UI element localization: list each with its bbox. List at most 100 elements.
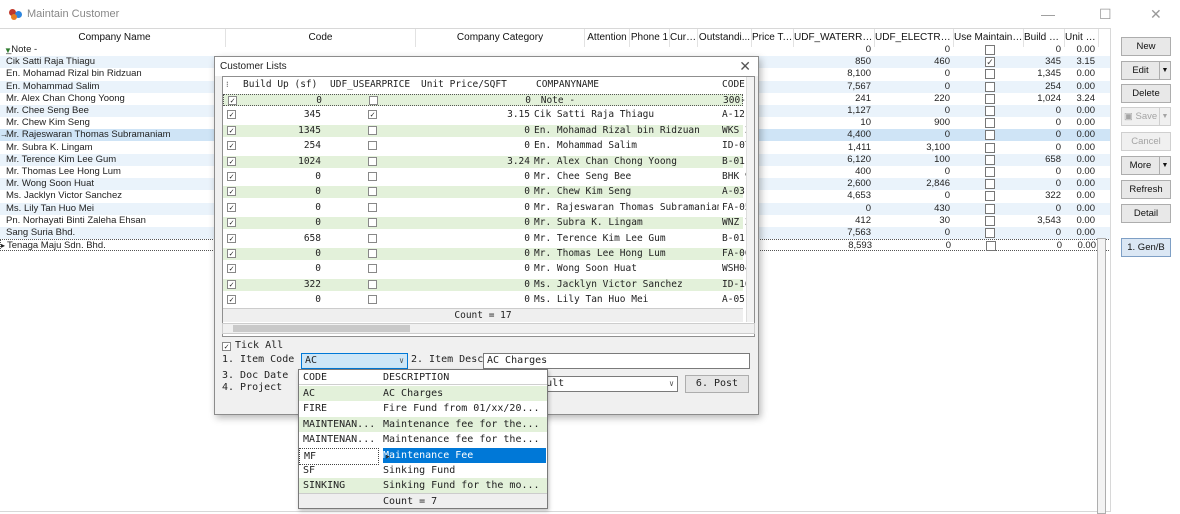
row-tick-checkbox[interactable]: ✓ (227, 202, 236, 212)
gen-bill-button[interactable]: 1. Gen/B (1121, 238, 1171, 257)
use-ar-price-checkbox[interactable] (368, 141, 377, 151)
row-tick-checkbox[interactable]: ✓ (228, 96, 237, 105)
dropdown-option[interactable]: SF Sinking Fund (299, 463, 547, 478)
use-maintain-checkbox[interactable] (985, 81, 995, 92)
dialog-grid-vscroll[interactable] (746, 77, 754, 322)
dialog-column-header[interactable]: COMPANYNAME (536, 77, 599, 93)
table-row[interactable]: ✓ 1024 3.24 Mr. Alex Chan Chong Yoong B-01-( (223, 155, 754, 168)
close-button[interactable]: ✕ (1150, 6, 1162, 23)
use-ar-price-checkbox[interactable] (368, 202, 377, 212)
use-maintain-checkbox[interactable] (985, 179, 995, 190)
row-tick-checkbox[interactable]: ✓ (227, 141, 236, 151)
dialog-column-header[interactable]: UDF_USEARPRICE (330, 77, 410, 93)
new-button[interactable]: New (1121, 37, 1171, 56)
customer-lists-grid[interactable]: ⁝ Build Up (sf) UDF_USEARPRICE Unit Price/… (222, 76, 755, 337)
table-row[interactable]: ✓ 0 0 Mr. Subra K. Lingam WNZ 32 (223, 217, 754, 230)
grid-vertical-scrollbar[interactable] (1097, 238, 1106, 514)
use-ar-price-checkbox[interactable] (368, 279, 377, 289)
dialog-column-header[interactable]: Unit Price/SQFT (421, 77, 507, 93)
edit-dropdown-arrow-icon[interactable]: ▼ (1159, 62, 1170, 79)
use-ar-price-checkbox[interactable] (369, 96, 378, 105)
minimize-button[interactable]: — (1041, 6, 1055, 22)
table-row[interactable]: ✓ 0 0 Mr. Thomas Lee Hong Lum FA-005 (223, 248, 754, 260)
use-maintain-checkbox[interactable]: ✓ (985, 57, 995, 68)
dropdown-option[interactable]: MAINTENAN... Maintenance fee for the... (299, 416, 547, 432)
use-maintain-checkbox[interactable] (985, 142, 995, 153)
dialog-hscroll-thumb[interactable] (233, 325, 410, 332)
table-row[interactable]: ✓ 658 0 Mr. Terence Kim Lee Gum B-01-( (223, 233, 754, 245)
row-tick-checkbox[interactable]: ✓ (227, 249, 236, 258)
use-maintain-checkbox[interactable] (985, 167, 995, 177)
chevron-down-icon[interactable]: ∨ (399, 354, 404, 368)
row-tick-checkbox[interactable]: ✓ (227, 172, 236, 181)
use-maintain-checkbox[interactable] (985, 215, 995, 226)
use-maintain-checkbox[interactable] (985, 191, 995, 202)
more-dropdown-arrow-icon[interactable]: ▼ (1159, 157, 1170, 174)
table-row[interactable]: ✓ 0 0 Ms. Lily Tan Huo Mei A-05-( (223, 294, 754, 306)
chevron-down-icon[interactable]: ∨ (669, 377, 674, 391)
use-maintain-checkbox[interactable] (985, 69, 995, 80)
use-maintain-checkbox[interactable] (986, 241, 996, 252)
dropdown-option[interactable]: MAINTENAN... Maintenance fee for the... (299, 432, 547, 447)
row-tick-checkbox[interactable]: ✓ (227, 187, 236, 197)
table-row[interactable]: ✓ 0 0 _Note -300-T( (223, 94, 754, 106)
use-maintain-checkbox[interactable] (985, 45, 995, 55)
use-maintain-checkbox[interactable] (985, 154, 995, 165)
row-tick-checkbox[interactable]: ✓ (227, 279, 236, 289)
post-button[interactable]: 6. Post (685, 375, 749, 393)
table-row[interactable]: ✓ 0 0 Mr. Wong Soon Huat WSH041 (223, 263, 754, 275)
detail-button[interactable]: Detail (1121, 204, 1171, 223)
table-row[interactable]: ✓ 345 ✓ 3.15 Cik Satti Raja Thiagu A-12-( (223, 109, 754, 121)
use-ar-price-checkbox[interactable]: ✓ (368, 110, 377, 120)
table-row[interactable]: ✓ 1345 0 En. Mohamad Rizal bin Ridzuan WKS 3… (223, 124, 754, 137)
dropdown-option[interactable]: SINKING Sinking Fund for the mo... (299, 478, 547, 494)
row-tick-checkbox[interactable]: ✓ (227, 295, 236, 305)
table-row[interactable]: ✓ 322 0 Ms. Jacklyn Victor Sanchez ID-164 (223, 278, 754, 291)
tick-all-checkbox[interactable]: ✓ Tick All (222, 339, 283, 353)
item-code-dropdown[interactable]: CODE DESCRIPTION AC AC Charges FIRE Fire Fu… (298, 369, 548, 509)
use-ar-price-checkbox[interactable] (368, 172, 377, 181)
more-button[interactable]: More ▼ (1121, 156, 1171, 175)
table-row[interactable]: ✓ 0 0 Mr. Chee Seng Bee BHK 90 (223, 171, 754, 183)
row-tick-checkbox[interactable]: ✓ (227, 110, 236, 120)
use-ar-price-checkbox[interactable] (368, 156, 377, 166)
use-maintain-checkbox[interactable] (985, 106, 995, 116)
item-desc-field[interactable]: AC Charges (483, 353, 750, 369)
use-ar-price-checkbox[interactable] (368, 233, 377, 243)
use-ar-price-checkbox[interactable] (368, 187, 377, 197)
table-row[interactable]: ✓ 0 0 Mr. Rajeswaran Thomas Subramaniam FA-0… (223, 202, 754, 214)
dialog-column-header[interactable]: CODE (722, 77, 745, 93)
save-dropdown-arrow-icon[interactable]: ▼ (1159, 108, 1170, 125)
row-tick-checkbox[interactable]: ✓ (227, 125, 236, 135)
refresh-button[interactable]: Refresh (1121, 180, 1171, 199)
use-ar-price-checkbox[interactable] (368, 295, 377, 305)
use-maintain-checkbox[interactable] (985, 203, 995, 214)
column-menu-icon[interactable]: ⁝ (226, 77, 229, 93)
save-button[interactable]: ▣ Save ▼ (1121, 107, 1171, 126)
table-row[interactable]: ✓ 0 0 Mr. Chew Kim Seng A-03-( (223, 186, 754, 199)
row-tick-checkbox[interactable]: ✓ (227, 233, 236, 243)
edit-button[interactable]: Edit ▼ (1121, 61, 1171, 80)
cancel-button[interactable]: Cancel (1121, 132, 1171, 151)
row-tick-checkbox[interactable]: ✓ (227, 156, 236, 166)
dropdown-option[interactable]: AC AC Charges (299, 386, 547, 401)
dialog-column-header[interactable]: Build Up (sf) (243, 77, 317, 93)
dropdown-option[interactable]: MF Maintenance Fee ➤ (299, 447, 547, 465)
row-tick-checkbox[interactable]: ✓ (227, 264, 236, 274)
table-row[interactable]: _Note - 0 0 0 0.00 (0, 44, 1110, 56)
dialog-horizontal-scrollbar[interactable] (222, 323, 755, 334)
row-tick-checkbox[interactable]: ✓ (227, 218, 236, 228)
use-ar-price-checkbox[interactable] (368, 218, 377, 228)
dropdown-option[interactable]: FIRE Fire Fund from 01/xx/20... (299, 401, 547, 416)
item-code-combo[interactable]: AC ∨ (301, 353, 408, 369)
maximize-button[interactable]: ☐ (1099, 6, 1112, 23)
use-maintain-checkbox[interactable] (985, 228, 995, 238)
use-ar-price-checkbox[interactable] (368, 264, 377, 274)
use-ar-price-checkbox[interactable] (368, 249, 377, 258)
delete-button[interactable]: Delete (1121, 84, 1171, 103)
use-maintain-checkbox[interactable] (985, 93, 995, 104)
table-row[interactable]: ✓ 254 0 En. Mohammad Salim ID-074 (223, 140, 754, 152)
use-ar-price-checkbox[interactable] (368, 125, 377, 135)
use-maintain-checkbox[interactable] (985, 118, 995, 129)
use-maintain-checkbox[interactable] (985, 130, 995, 141)
